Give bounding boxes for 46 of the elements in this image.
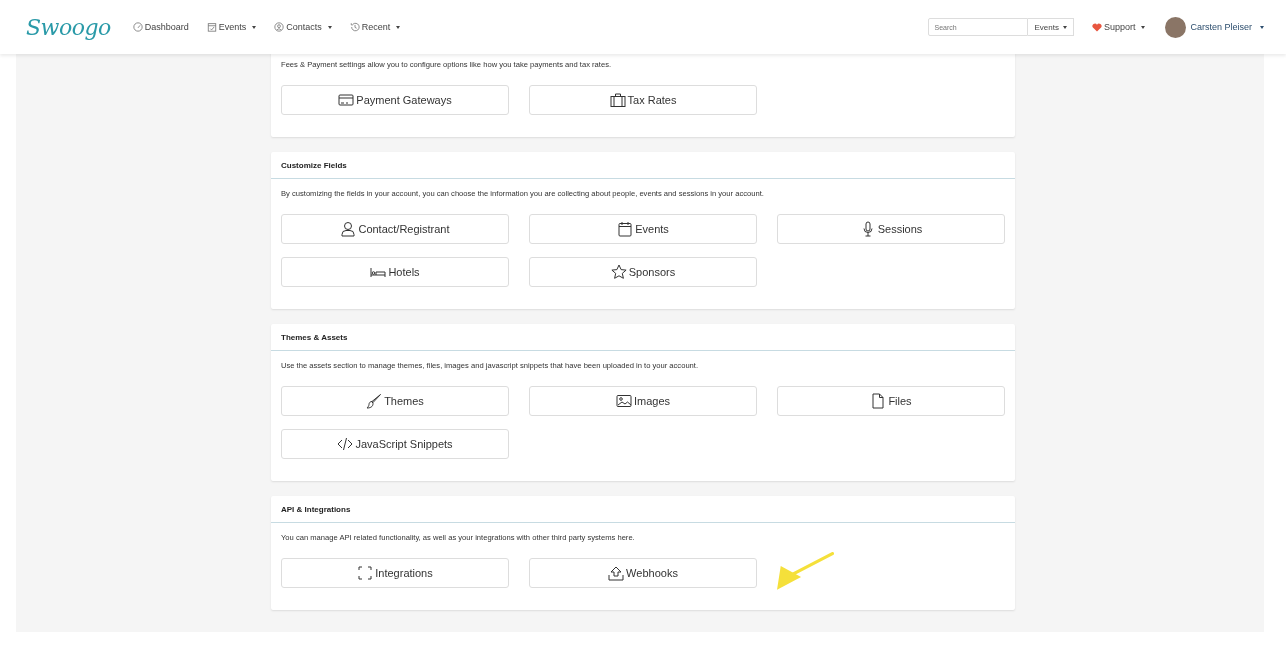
settings-button[interactable]: Tax Rates bbox=[529, 85, 757, 115]
caret-icon bbox=[396, 25, 401, 29]
star-icon bbox=[610, 264, 627, 280]
heart-icon bbox=[1091, 22, 1102, 32]
caret-icon bbox=[327, 25, 332, 29]
settings-button[interactable]: Webhooks bbox=[529, 558, 757, 588]
caret-icon bbox=[252, 25, 257, 29]
card-icon bbox=[338, 92, 355, 108]
settings-button[interactable]: Hotels bbox=[281, 257, 509, 287]
user-menu[interactable]: Carsten Pleiser bbox=[1165, 16, 1264, 38]
image-icon bbox=[615, 393, 632, 409]
person-icon bbox=[340, 221, 357, 237]
card-title: Themes & Assets bbox=[271, 324, 1015, 351]
avatar bbox=[1165, 16, 1187, 38]
nav-item[interactable]: Dashboard bbox=[132, 22, 189, 32]
brush-icon bbox=[366, 393, 383, 409]
support-menu[interactable]: Support bbox=[1091, 22, 1146, 32]
caret-icon bbox=[1260, 25, 1264, 29]
settings-button[interactable]: Sponsors bbox=[529, 257, 757, 287]
brackets-icon bbox=[357, 565, 374, 581]
settings-button[interactable]: Themes bbox=[281, 386, 509, 416]
settings-button[interactable]: Payment Gateways bbox=[281, 85, 509, 115]
card-title: Customize Fields bbox=[271, 152, 1015, 179]
code-icon bbox=[337, 436, 354, 452]
briefcase-icon bbox=[609, 92, 626, 108]
caret-icon bbox=[1062, 25, 1067, 29]
settings-button[interactable]: Images bbox=[529, 386, 757, 416]
nav-item[interactable]: Recent bbox=[349, 22, 401, 32]
history-icon bbox=[349, 22, 360, 32]
upload-icon bbox=[608, 565, 625, 581]
caret-icon bbox=[1141, 25, 1146, 29]
calendar-icon bbox=[617, 221, 634, 237]
search-scope-dropdown[interactable]: Events bbox=[1028, 18, 1074, 36]
settings-button[interactable]: JavaScript Snippets bbox=[281, 429, 509, 459]
settings-button[interactable]: Contact/Registrant bbox=[281, 214, 509, 244]
nav-item[interactable]: Events bbox=[206, 22, 257, 32]
settings-button[interactable]: Integrations bbox=[281, 558, 509, 588]
nav-item[interactable]: Contacts bbox=[274, 22, 332, 32]
calendar-icon bbox=[206, 22, 217, 32]
gauge-icon bbox=[132, 22, 143, 32]
person-icon bbox=[274, 22, 285, 32]
settings-button[interactable]: Events bbox=[529, 214, 757, 244]
settings-button[interactable]: Sessions bbox=[777, 214, 1005, 244]
settings-button[interactable]: Files bbox=[777, 386, 1005, 416]
card-title: API & Integrations bbox=[271, 496, 1015, 523]
file-icon bbox=[870, 393, 887, 409]
